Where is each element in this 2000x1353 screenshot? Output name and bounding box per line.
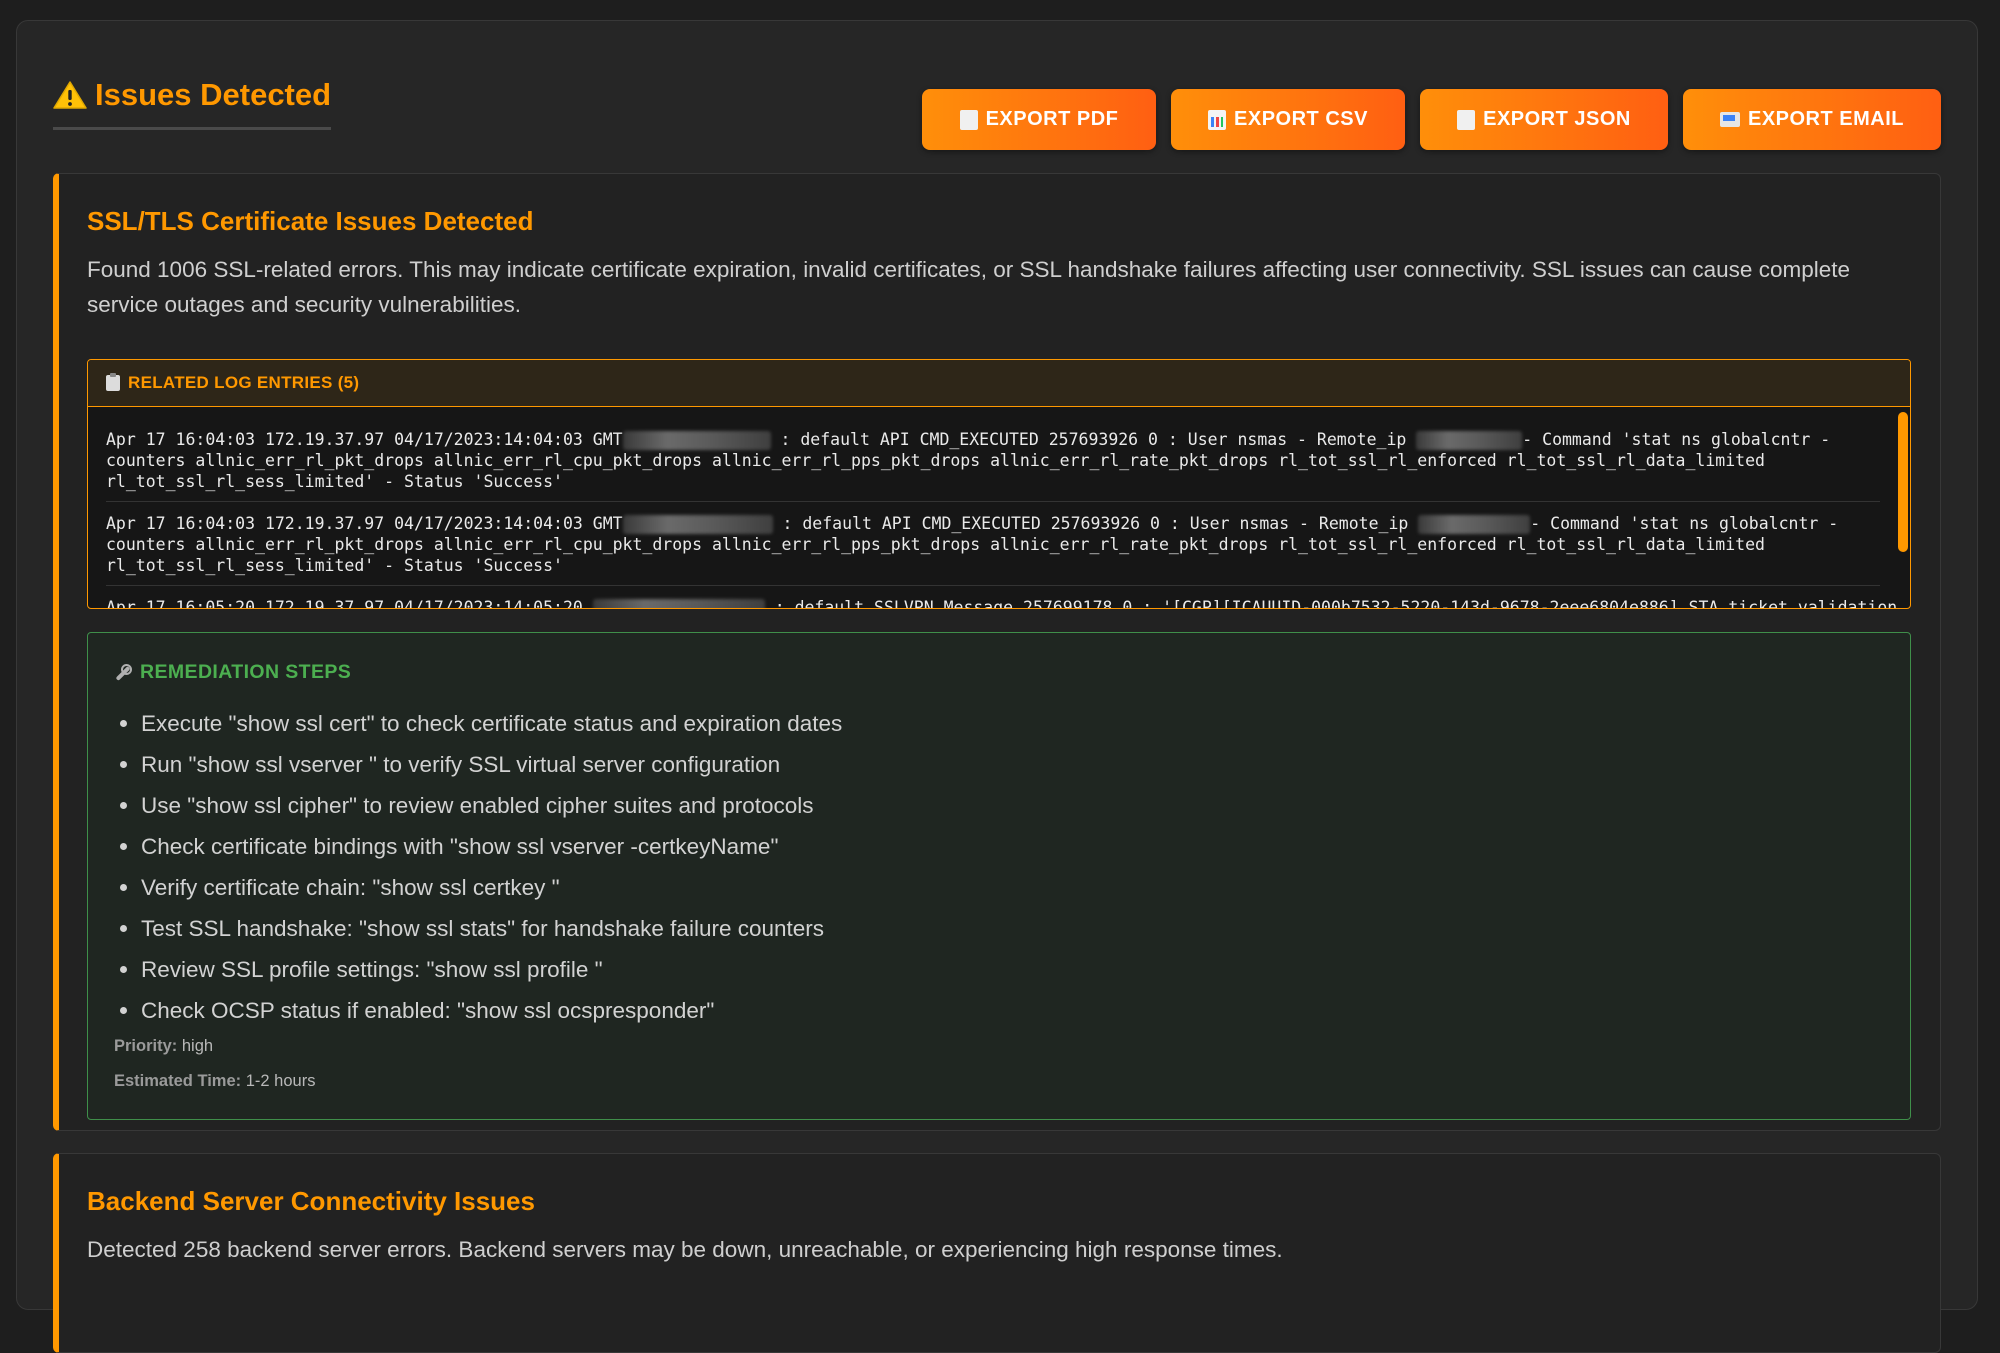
remediation-step: Test SSL handshake: "show ssl stats" for… xyxy=(120,908,842,949)
log-entry-timestamp: Apr 17 16:04:03 172.19.37.97 04/17/2023:… xyxy=(106,514,623,533)
remediation-step: Verify certificate chain: "show ssl cert… xyxy=(120,867,842,908)
remediation-step-text: Test SSL handshake: "show ssl stats" for… xyxy=(141,916,825,941)
page-title: Issues Detected xyxy=(53,77,332,130)
log-scrollbar[interactable] xyxy=(1898,412,1908,552)
bar-chart-icon xyxy=(1208,109,1227,130)
redacted-block xyxy=(1416,431,1523,450)
remediation-step-text: Use "show ssl cipher" to review enabled … xyxy=(141,793,814,818)
remediation-step-text: Run "show ssl vserver " to verify SSL vi… xyxy=(141,752,781,777)
bullet xyxy=(120,843,127,850)
redacted-block xyxy=(622,431,771,450)
log-entry-timestamp: Apr 17 16:05:20 172.19.37.97 04/17/2023:… xyxy=(106,598,593,609)
remediation-step-text: Check certificate bindings with "show ss… xyxy=(141,834,779,859)
estimated-time-value: 1-2 hours xyxy=(245,1072,316,1090)
export-pdf-label: EXPORT PDF xyxy=(985,108,1119,130)
export-pdf-button[interactable]: EXPORT PDF xyxy=(922,89,1156,150)
redacted-block xyxy=(622,515,773,534)
bullet xyxy=(120,925,127,932)
remediation-step-text: Review SSL profile settings: "show ssl p… xyxy=(141,957,603,982)
clipboard-icon xyxy=(106,373,120,391)
document-icon xyxy=(959,109,978,130)
bullet xyxy=(120,1007,127,1014)
bullet xyxy=(120,761,127,768)
remediation-step-text: Execute "show ssl cert" to check certifi… xyxy=(141,711,843,736)
log-entry: Apr 17 16:04:03 172.19.37.97 04/17/2023:… xyxy=(106,429,1880,502)
bullet xyxy=(120,884,127,891)
export-json-label: EXPORT JSON xyxy=(1483,108,1631,130)
log-entry-timestamp: Apr 17 16:04:03 172.19.37.97 04/17/2023:… xyxy=(106,430,623,449)
issue-card-backend: Backend Server Connectivity Issues Detec… xyxy=(53,1153,1941,1353)
redacted-block xyxy=(1418,515,1531,534)
bullet xyxy=(120,966,127,973)
issue-description: Detected 258 backend server errors. Back… xyxy=(87,1237,1283,1262)
log-entry-message: : default API CMD_EXECUTED 257693926 0 :… xyxy=(772,514,1419,533)
export-csv-label: EXPORT CSV xyxy=(1234,108,1368,130)
bullet xyxy=(120,720,127,727)
priority-row: Priority: high xyxy=(114,1037,213,1056)
log-entries-list: Apr 17 16:04:03 172.19.37.97 04/17/2023:… xyxy=(88,407,1910,609)
issues-header: Issues Detected EXPORT PDF EXPORT CSV EX… xyxy=(53,55,1941,150)
related-logs-heading: RELATED LOG ENTRIES (5) xyxy=(128,373,360,392)
issues-panel: Issues Detected EXPORT PDF EXPORT CSV EX… xyxy=(16,20,1978,1353)
related-logs-box[interactable]: RELATED LOG ENTRIES (5) Apr 17 16:04:03 … xyxy=(87,359,1911,609)
remediation-step: Run "show ssl vserver " to verify SSL vi… xyxy=(120,744,842,785)
remediation-box: REMEDIATION STEPS Execute "show ssl cert… xyxy=(87,632,1911,1120)
related-logs-header: RELATED LOG ENTRIES (5) xyxy=(88,360,1910,407)
page-title-text: Issues Detected xyxy=(95,77,332,112)
estimated-time-label: Estimated Time: xyxy=(114,1072,242,1090)
log-entry-message: : default API CMD_EXECUTED 257693926 0 :… xyxy=(770,430,1417,449)
issue-card-ssl: SSL/TLS Certificate Issues Detected Foun… xyxy=(53,173,1941,1131)
remediation-header: REMEDIATION STEPS xyxy=(114,661,351,684)
export-json-button[interactable]: EXPORT JSON xyxy=(1420,89,1668,150)
clipboard-icon xyxy=(1457,109,1476,130)
wrench-icon xyxy=(114,663,132,682)
log-entry-message: : default SSLVPN Message 257699178 0 : '… xyxy=(764,598,1898,609)
export-email-label: EXPORT EMAIL xyxy=(1747,108,1904,130)
remediation-step: Check OCSP status if enabled: "show ssl … xyxy=(120,990,842,1031)
estimated-time-row: Estimated Time: 1-2 hours xyxy=(114,1072,315,1091)
log-entry: Apr 17 16:04:03 172.19.37.97 04/17/2023:… xyxy=(106,513,1880,586)
export-csv-button[interactable]: EXPORT CSV xyxy=(1171,89,1405,150)
remediation-step: Check certificate bindings with "show ss… xyxy=(120,826,842,867)
remediation-step: Review SSL profile settings: "show ssl p… xyxy=(120,949,842,990)
bullet xyxy=(120,802,127,809)
priority-label: Priority: xyxy=(114,1037,178,1055)
export-toolbar: EXPORT PDF EXPORT CSV EXPORT JSON EXPORT… xyxy=(922,89,1941,150)
priority-value: high xyxy=(181,1037,214,1055)
remediation-step: Execute "show ssl cert" to check certifi… xyxy=(120,703,842,744)
remediation-steps-list: Execute "show ssl cert" to check certifi… xyxy=(120,703,842,1031)
remediation-step-text: Verify certificate chain: "show ssl cert… xyxy=(141,875,560,900)
log-entry: Apr 17 16:05:20 172.19.37.97 04/17/2023:… xyxy=(106,597,1897,609)
remediation-step-text: Check OCSP status if enabled: "show ssl … xyxy=(141,998,715,1023)
email-icon xyxy=(1719,112,1740,127)
export-email-button[interactable]: EXPORT EMAIL xyxy=(1683,89,1941,150)
redacted-block xyxy=(592,599,765,608)
warning-icon xyxy=(53,81,87,109)
remediation-heading: REMEDIATION STEPS xyxy=(140,661,352,683)
issue-description: Found 1006 SSL-related errors. This may … xyxy=(87,257,1850,317)
issue-title: Backend Server Connectivity Issues xyxy=(87,1186,535,1216)
remediation-step: Use "show ssl cipher" to review enabled … xyxy=(120,785,842,826)
issue-title: SSL/TLS Certificate Issues Detected xyxy=(87,206,534,236)
